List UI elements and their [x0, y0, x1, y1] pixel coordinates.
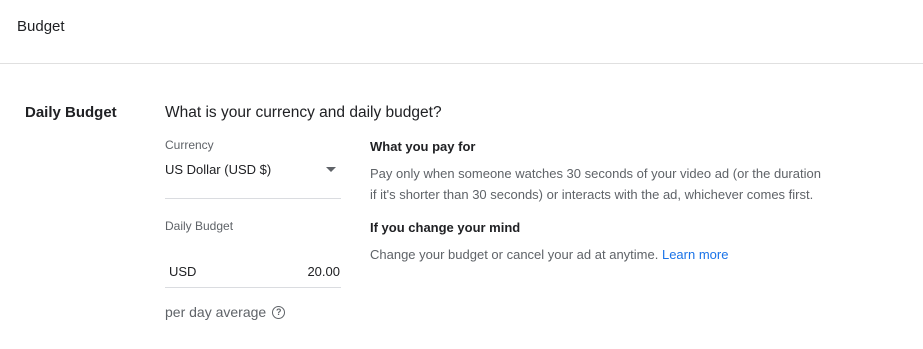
what-you-pay-for-text: Pay only when someone watches 30 seconds…: [370, 163, 840, 205]
currency-field-group: Currency US Dollar (USD $): [165, 138, 341, 199]
help-circle-icon[interactable]: ?: [272, 305, 286, 319]
currency-selected-value: US Dollar (USD $): [165, 162, 272, 177]
daily-budget-field-group: Daily Budget USD 20.00: [165, 219, 341, 288]
change-mind-text-row: Change your budget or cancel your ad at …: [370, 244, 840, 265]
budget-amount-value: 20.00: [307, 264, 340, 279]
currency-label: Currency: [165, 138, 214, 152]
section-label-daily-budget: Daily Budget: [25, 104, 117, 121]
page-title: Budget: [17, 18, 65, 35]
dropdown-arrow-icon: [326, 167, 336, 172]
per-day-average: per day average ?: [165, 304, 286, 320]
budget-question: What is your currency and daily budget?: [165, 104, 442, 121]
page-header: Budget: [0, 0, 923, 64]
daily-budget-input[interactable]: USD 20.00: [165, 247, 341, 288]
change-mind-title: If you change your mind: [370, 220, 521, 235]
daily-budget-label: Daily Budget: [165, 219, 234, 233]
pay-text-line-2: if it's shorter than 30 seconds) or inte…: [370, 187, 814, 202]
currency-select[interactable]: US Dollar (USD $): [165, 160, 341, 199]
per-day-average-label: per day average: [165, 304, 267, 320]
learn-more-link[interactable]: Learn more: [662, 247, 728, 262]
change-mind-text: Change your budget or cancel your ad at …: [370, 247, 662, 262]
pay-text-line-1: Pay only when someone watches 30 seconds…: [370, 166, 821, 181]
budget-currency-code: USD: [169, 264, 197, 279]
what-you-pay-for-title: What you pay for: [370, 139, 476, 154]
